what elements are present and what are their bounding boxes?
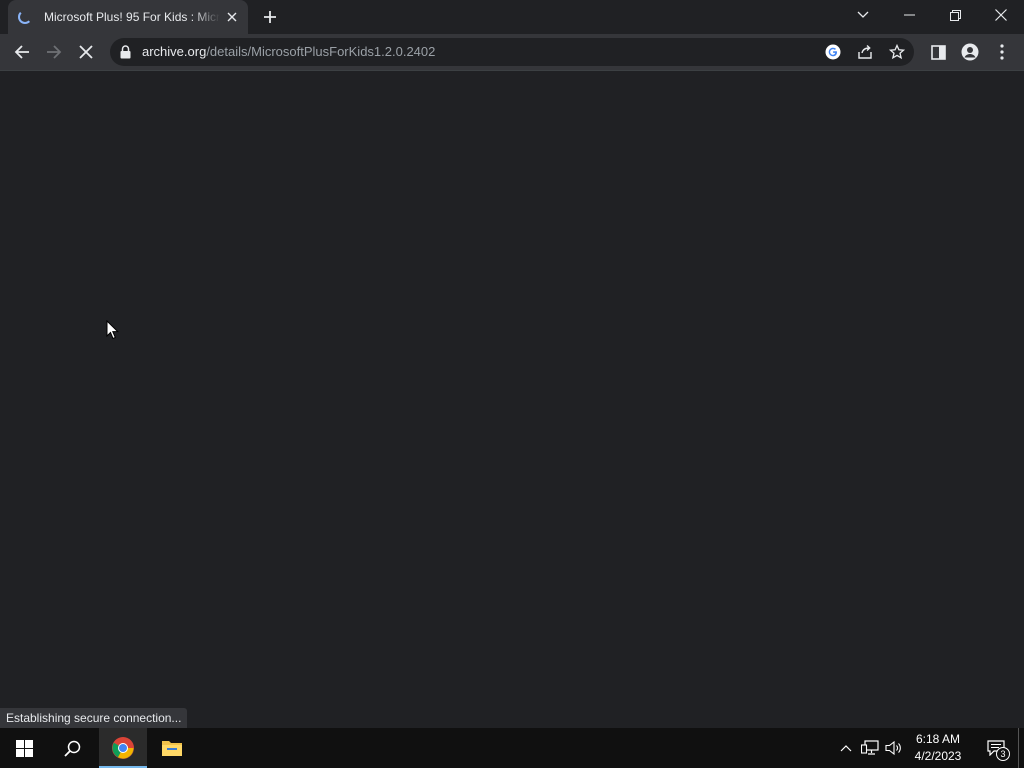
- new-tab-button[interactable]: [259, 6, 281, 28]
- url-path: /details/MicrosoftPlusForKids1.2.0.2402: [206, 44, 436, 59]
- chevron-down-icon: [857, 11, 869, 18]
- clock-date: 4/2/2023: [914, 749, 962, 763]
- taskbar-file-explorer[interactable]: [148, 728, 196, 768]
- url-domain: archive.org: [142, 44, 207, 59]
- restore-button[interactable]: [932, 0, 978, 30]
- close-icon: [995, 9, 1007, 21]
- share-icon[interactable]: [856, 43, 874, 61]
- chrome-icon: [112, 737, 134, 759]
- folder-icon: [162, 741, 182, 756]
- address-bar[interactable]: archive.org/details/MicrosoftPlusForKids…: [110, 38, 914, 66]
- side-panel-button[interactable]: [924, 38, 952, 66]
- start-button[interactable]: [0, 728, 48, 768]
- chevron-up-icon: [840, 745, 852, 752]
- url-text[interactable]: archive.org/details/MicrosoftPlusForKids…: [142, 38, 435, 66]
- close-window-button[interactable]: [978, 0, 1024, 30]
- profile-button[interactable]: [956, 38, 984, 66]
- show-desktop-button[interactable]: [1018, 728, 1019, 768]
- minimize-button[interactable]: [886, 0, 932, 30]
- stop-icon: [79, 45, 93, 59]
- forward-button[interactable]: [40, 38, 68, 66]
- browser-toolbar: archive.org/details/MicrosoftPlusForKids…: [0, 34, 1024, 70]
- back-button[interactable]: [8, 38, 36, 66]
- stop-loading-button[interactable]: [72, 38, 100, 66]
- loading-spinner-icon: [18, 10, 32, 24]
- windows-logo-icon: [15, 739, 33, 757]
- notification-count-badge: 3: [996, 747, 1010, 761]
- taskbar-clock[interactable]: 6:18 AM 4/2/2023: [908, 731, 968, 765]
- chrome-menu-button[interactable]: [988, 38, 1016, 66]
- close-tab-icon[interactable]: [224, 9, 240, 25]
- google-lens-icon[interactable]: [824, 43, 842, 61]
- lock-icon[interactable]: [120, 45, 131, 64]
- restore-icon: [949, 9, 961, 21]
- side-panel-icon: [930, 44, 946, 60]
- minimize-icon: [903, 14, 915, 16]
- browser-tab[interactable]: Microsoft Plus! 95 For Kids : Microsoft …: [8, 0, 248, 34]
- volume-icon[interactable]: [884, 738, 904, 758]
- taskbar: 6:18 AM 4/2/2023 3: [0, 728, 1024, 768]
- mouse-cursor-icon: [106, 319, 120, 345]
- show-hidden-icons-button[interactable]: [836, 738, 856, 758]
- search-button[interactable]: [48, 728, 96, 768]
- plus-icon: [264, 11, 276, 23]
- clock-time: 6:18 AM: [915, 732, 961, 746]
- back-arrow-icon: [14, 45, 29, 59]
- search-icon: [63, 740, 80, 757]
- network-icon[interactable]: [860, 738, 880, 758]
- action-center-button[interactable]: 3: [978, 728, 1014, 768]
- page-content[interactable]: [0, 70, 1024, 728]
- screen: Microsoft Plus! 95 For Kids : Microsoft …: [0, 0, 1024, 768]
- profile-avatar-icon: [961, 43, 979, 61]
- forward-arrow-icon: [47, 45, 62, 59]
- kebab-menu-icon: [1000, 44, 1004, 60]
- bookmark-star-icon[interactable]: [888, 43, 906, 61]
- taskbar-chrome[interactable]: [99, 728, 147, 768]
- status-bubble: Establishing secure connection...: [0, 708, 188, 728]
- tab-title: Microsoft Plus! 95 For Kids : Microsoft …: [44, 10, 220, 24]
- tab-strip: Microsoft Plus! 95 For Kids : Microsoft …: [0, 0, 1024, 34]
- tab-search-button[interactable]: [840, 0, 886, 30]
